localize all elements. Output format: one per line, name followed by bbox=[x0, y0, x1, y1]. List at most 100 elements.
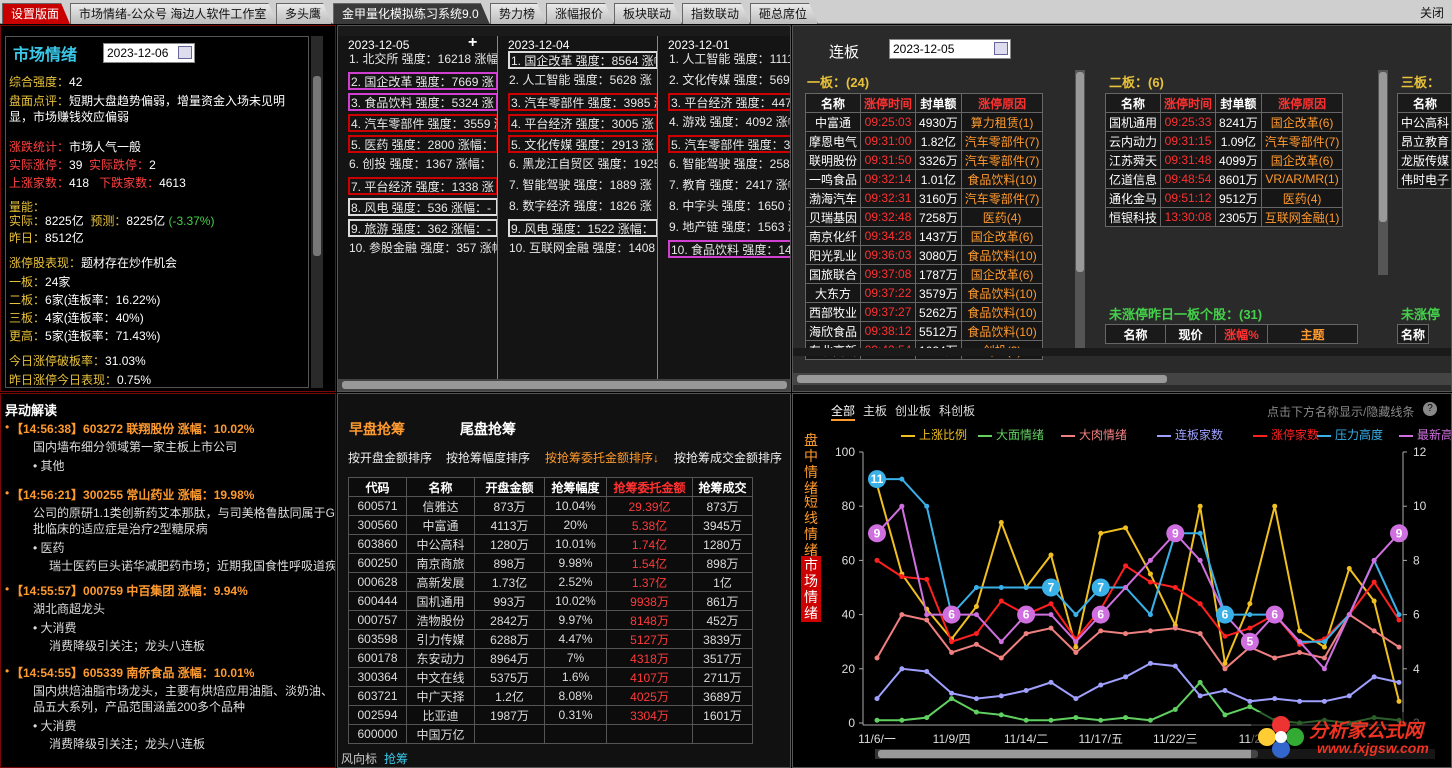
lianban-date-picker[interactable]: 2023-12-05 bbox=[889, 39, 1011, 59]
tab-sector-link[interactable]: 板块联动 bbox=[614, 3, 682, 24]
table-row[interactable]: 中公高科 bbox=[1396, 112, 1451, 132]
strength-row[interactable]: 6. 智能驾驶 强度：2581 bbox=[668, 156, 790, 174]
column-header[interactable]: 涨停时间 bbox=[860, 93, 917, 113]
strength-row[interactable]: 9. 旅游 强度：362 涨幅：- bbox=[348, 219, 497, 237]
sort-open-amount[interactable]: 按开盘金额排序 bbox=[348, 449, 432, 466]
tab-late-grab[interactable]: 尾盘抢筹 bbox=[460, 419, 516, 439]
table-row[interactable]: 603721 中广天择 1.2亿 8.08% 4025万 3689万 bbox=[348, 686, 753, 706]
table-row[interactable]: 600250 南京商旅 898万 9.98% 1.54亿 898万 bbox=[348, 553, 753, 573]
news-headline[interactable]: 【14:54:55】605339 南侨食品 涨幅：10.01% bbox=[11, 664, 254, 681]
strength-row[interactable]: 6. 黑龙江自贸区 强度：1925 bbox=[508, 156, 657, 174]
strength-row[interactable]: 1. 国企改革 强度：8564 涨幅 bbox=[508, 51, 657, 69]
column-header[interactable]: 涨幅% bbox=[1215, 324, 1268, 344]
table-row[interactable]: 600571 信雅达 873万 10.04% 29.39亿 873万 bbox=[348, 496, 753, 516]
tab-index-link[interactable]: 指数联动 bbox=[682, 3, 750, 24]
strength-row[interactable]: 7. 平台经济 强度：1338 涨 bbox=[348, 177, 497, 195]
board2-scrollbar[interactable] bbox=[1378, 70, 1388, 275]
tab-change-quote[interactable]: 涨幅报价 bbox=[546, 3, 614, 24]
table-row[interactable]: 恒银科技 13:30:08 2305万 互联网金融(1) bbox=[1104, 207, 1344, 227]
column-header[interactable]: 现价 bbox=[1165, 324, 1216, 344]
strength-row[interactable]: 9. 风电 强度：1522 涨幅： bbox=[508, 219, 657, 237]
strength-row[interactable]: 2. 国企改革 强度：7669 涨 bbox=[348, 72, 497, 90]
strength-row[interactable]: 8. 数字经济 强度：1826 涨 bbox=[508, 198, 657, 216]
table-row[interactable]: 阳光乳业 09:36:03 3080万 食品饮料(10) bbox=[804, 245, 1044, 265]
strength-hscrollbar[interactable] bbox=[338, 379, 790, 391]
strength-row[interactable]: 9. 地产链 强度：1563 涨 bbox=[668, 219, 790, 237]
column-header[interactable]: 抢筹幅度 bbox=[544, 477, 607, 497]
tab-early-grab[interactable]: 早盘抢筹 bbox=[349, 419, 405, 439]
strength-row[interactable]: 3. 平台经济 强度：447 bbox=[668, 93, 790, 111]
sort-grab-range[interactable]: 按抢筹幅度排序 bbox=[446, 449, 530, 466]
strength-row[interactable]: 4. 平台经济 强度：3005 涨 bbox=[508, 114, 657, 132]
column-header[interactable]: 开盘金额 bbox=[474, 477, 545, 497]
table-row[interactable]: 603598 引力传媒 6288万 4.47% 5127万 3839万 bbox=[348, 629, 753, 649]
column-header[interactable]: 名称 bbox=[406, 477, 475, 497]
strength-row[interactable]: 4. 汽车零部件 强度：3559 涨 bbox=[348, 114, 497, 132]
strength-row[interactable]: 2. 文化传媒 强度：5699 bbox=[668, 72, 790, 90]
table-row[interactable]: 亿道信息 09:48:54 8601万 VR/AR/MR(1) bbox=[1104, 169, 1344, 189]
strength-row[interactable]: 2. 人工智能 强度：5628 涨 bbox=[508, 72, 657, 90]
tab-bull-eagle[interactable]: 多头鹰 bbox=[276, 3, 332, 24]
table-row[interactable]: 南京化纤 09:34:28 1437万 国企改革(6) bbox=[804, 226, 1044, 246]
strength-row[interactable]: 10. 互联网金融 强度：1408 bbox=[508, 240, 657, 258]
table-row[interactable]: 龙版传媒 bbox=[1396, 150, 1451, 170]
table-row[interactable]: 伟时电子 bbox=[1396, 169, 1451, 189]
table-row[interactable]: 昂立教育 bbox=[1396, 131, 1451, 151]
news-headline[interactable]: 【14:55:57】000759 中百集团 涨幅：9.94% bbox=[11, 582, 248, 599]
column-header[interactable]: 封单额 bbox=[1215, 93, 1262, 113]
tab-jinjia-sim[interactable]: 金甲量化模拟练习系统9.0 bbox=[333, 3, 490, 24]
column-header[interactable]: 涨停原因 bbox=[960, 93, 1044, 113]
strength-row[interactable]: 1. 人工智能 强度：1111 bbox=[668, 51, 790, 69]
column-header[interactable]: 名称 bbox=[1396, 93, 1451, 113]
mood-date-picker[interactable]: 2023-12-06 bbox=[103, 43, 195, 63]
strength-row[interactable]: 6. 创投 强度：1367 涨幅： bbox=[348, 156, 497, 174]
strength-row[interactable]: 5. 汽车零部件 强度：34 bbox=[668, 135, 790, 153]
sort-grab-order[interactable]: 按抢筹委托金额排序↓ bbox=[545, 449, 659, 466]
column-header[interactable]: 主题 bbox=[1267, 324, 1358, 344]
strength-row[interactable]: 3. 汽车零部件 强度：3985 涨 bbox=[508, 93, 657, 111]
calendar-icon[interactable] bbox=[994, 42, 1008, 55]
calendar-icon[interactable] bbox=[178, 46, 192, 59]
strength-row[interactable]: 4. 游戏 强度：4092 涨幅 bbox=[668, 114, 790, 132]
tab-grab[interactable]: 抢筹 bbox=[384, 750, 408, 767]
strength-row[interactable]: 10. 食品饮料 强度：14 bbox=[668, 240, 790, 258]
column-header[interactable]: 涨停原因 bbox=[1260, 93, 1344, 113]
column-header[interactable]: 涨停时间 bbox=[1160, 93, 1217, 113]
tab-wind-vane[interactable]: 风向标 bbox=[341, 750, 377, 767]
news-headline[interactable]: 【14:56:38】603272 联翔股份 涨幅：10.02% bbox=[11, 420, 254, 437]
table-row[interactable]: 600444 国机通用 993万 10.02% 9938万 861万 bbox=[348, 591, 753, 611]
strength-row[interactable]: 7. 教育 强度：2417 涨幅 bbox=[668, 177, 790, 195]
sort-grab-deal[interactable]: 按抢筹成交金额排序 bbox=[674, 449, 782, 466]
table-row[interactable]: 联明股份 09:31:50 3326万 汽车零部件(7) bbox=[804, 150, 1044, 170]
column-header[interactable]: 名称 bbox=[1105, 324, 1166, 344]
add-icon[interactable]: + bbox=[468, 34, 477, 52]
table-row[interactable]: 603860 中公高科 1280万 10.01% 1.74亿 1280万 bbox=[348, 534, 753, 554]
column-header[interactable]: 代码 bbox=[348, 477, 407, 497]
table-row[interactable]: 一鸣食品 09:32:14 1.01亿 食品饮料(10) bbox=[804, 169, 1044, 189]
column-header[interactable]: 抢筹成交 bbox=[692, 477, 753, 497]
column-header[interactable]: 封单额 bbox=[915, 93, 962, 113]
strength-row[interactable]: 3. 食品饮料 强度：5324 涨 bbox=[348, 93, 497, 111]
column-header[interactable]: 名称 bbox=[1104, 93, 1162, 113]
strength-row[interactable]: 8. 中字头 强度：1650 涨 bbox=[668, 198, 790, 216]
lianban-hscrollbar[interactable] bbox=[793, 373, 1451, 385]
table-row[interactable]: 海欣食品 09:38:12 5512万 食品饮料(10) bbox=[804, 321, 1044, 341]
strength-row[interactable]: 10. 参股金融 强度：357 涨幅 bbox=[348, 240, 497, 258]
table-row[interactable]: 600178 东安动力 8964万 7% 4318万 3517万 bbox=[348, 648, 753, 668]
column-header[interactable]: 名称 bbox=[1396, 324, 1430, 344]
tab-settings-layout[interactable]: 设置版面 bbox=[2, 3, 70, 24]
table-row[interactable]: 300560 中富通 4113万 20% 5.38亿 3945万 bbox=[348, 515, 753, 535]
strength-row[interactable]: 7. 智能驾驶 强度：1889 涨 bbox=[508, 177, 657, 195]
table-row[interactable]: 摩恩电气 09:31:00 1.82亿 汽车零部件(7) bbox=[804, 131, 1044, 151]
table-row[interactable]: 国旅联合 09:37:08 1787万 国企改革(6) bbox=[804, 264, 1044, 284]
news-headline[interactable]: 【14:56:21】300255 常山药业 涨幅：19.98% bbox=[11, 486, 254, 503]
table-row[interactable]: 大东方 09:37:22 3579万 食品饮料(10) bbox=[804, 283, 1044, 303]
table-row[interactable]: 000757 浩物股份 2842万 9.97% 8148万 452万 bbox=[348, 610, 753, 630]
mood-scrollbar[interactable] bbox=[311, 36, 323, 388]
table-row[interactable]: 渤海汽车 09:32:31 3160万 汽车零部件(7) bbox=[804, 188, 1044, 208]
strength-row[interactable]: 8. 风电 强度：536 涨幅：- bbox=[348, 198, 497, 216]
table-row[interactable]: 300364 中文在线 5375万 1.6% 4107万 2711万 bbox=[348, 667, 753, 687]
table-row[interactable]: 通化金马 09:51:12 9512万 医药(4) bbox=[1104, 188, 1344, 208]
table-row[interactable]: 600000 中国万亿 bbox=[348, 724, 753, 744]
tab-power-rank[interactable]: 势力榜 bbox=[490, 3, 546, 24]
